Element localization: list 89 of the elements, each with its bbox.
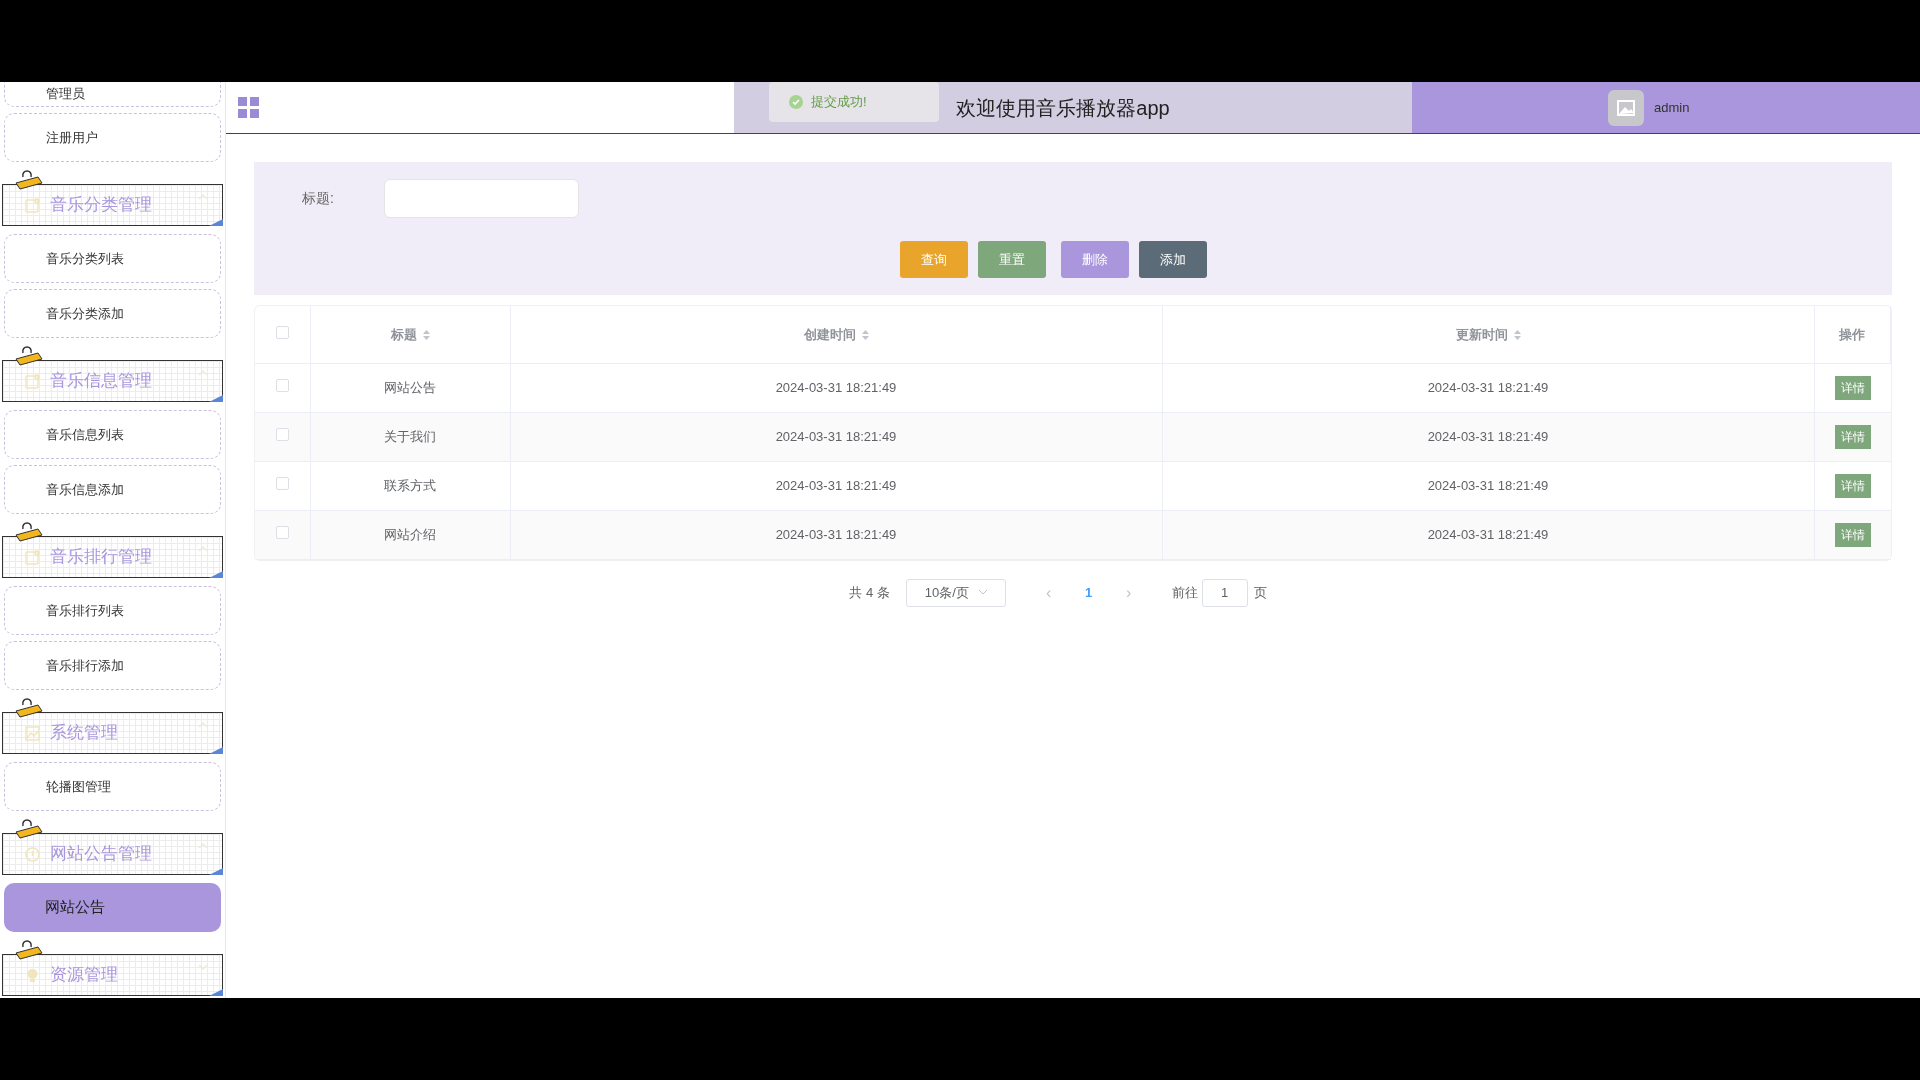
avatar-image-icon[interactable]	[1608, 89, 1644, 126]
page-suffix: 页	[1253, 583, 1267, 602]
column-header: 更新时间	[1455, 326, 1508, 342]
check-icon	[789, 95, 803, 109]
table-cell: 关于我们	[384, 428, 436, 444]
folded-corner-icon	[209, 989, 223, 996]
folded-corner-icon	[209, 571, 223, 578]
sidebar-item[interactable]: 音乐排行列表	[4, 586, 221, 635]
binder-clip-icon	[14, 167, 44, 191]
table-cell: 2024-03-31 18:21:49	[1427, 428, 1549, 444]
sidebar-item[interactable]: 音乐分类添加	[4, 289, 221, 338]
action-button[interactable]: 查询	[899, 241, 968, 278]
grid-icon[interactable]	[238, 96, 260, 119]
select-all-checkbox[interactable]	[275, 325, 289, 339]
action-button[interactable]: 删除	[1060, 241, 1129, 278]
table-cell: 2024-03-31 18:21:49	[1427, 477, 1549, 493]
sidebar-item[interactable]: 音乐排行添加	[4, 641, 221, 690]
row-checkbox[interactable]	[275, 378, 289, 392]
sort-icon[interactable]	[1513, 330, 1521, 341]
table-cell: 联系方式	[384, 477, 436, 493]
table-cell: 2024-03-31 18:21:49	[775, 477, 897, 493]
title-input[interactable]	[383, 179, 579, 218]
group-icon	[25, 967, 40, 983]
goto-page-input[interactable]: 1	[1201, 578, 1248, 607]
sidebar-group-header[interactable]: 网站公告管理	[2, 833, 223, 875]
sidebar-item[interactable]: 注册用户	[4, 113, 221, 162]
group-icon	[25, 549, 40, 565]
binder-clip-icon	[14, 343, 44, 367]
chevron-icon	[198, 963, 208, 971]
binder-clip-icon	[14, 816, 44, 840]
table-cell: 网站公告	[384, 379, 436, 395]
group-icon	[25, 725, 40, 741]
next-page-button[interactable]: ›	[1113, 580, 1144, 605]
chevron-icon	[198, 369, 208, 377]
column-header: 创建时间	[803, 326, 856, 342]
table-cell: 网站介绍	[384, 526, 436, 542]
page-size-select[interactable]: 10条/页	[905, 578, 1006, 607]
details-button[interactable]: 详情	[1834, 424, 1871, 449]
sidebar-group-header[interactable]: 音乐分类管理	[2, 184, 223, 226]
sidebar-group-header[interactable]: 资源管理	[2, 954, 223, 996]
row-checkbox[interactable]	[275, 525, 289, 539]
row-checkbox[interactable]	[275, 427, 289, 441]
sidebar-item[interactable]: 轮播图管理	[4, 762, 221, 811]
chevron-icon	[198, 721, 208, 729]
table-cell: 2024-03-31 18:21:49	[775, 428, 897, 444]
folded-corner-icon	[209, 868, 223, 875]
sort-icon[interactable]	[861, 330, 869, 341]
column-header: 标题	[390, 326, 417, 342]
sidebar-item[interactable]: 音乐分类列表	[4, 234, 221, 283]
total-count: 共 4 条	[849, 583, 890, 602]
sidebar-group-header[interactable]: 音乐信息管理	[2, 360, 223, 402]
header-title: 欢迎使用音乐播放器app	[956, 95, 1170, 121]
binder-clip-icon	[14, 937, 44, 961]
toast-message: 提交成功!	[811, 93, 867, 112]
row-checkbox[interactable]	[275, 476, 289, 490]
action-button[interactable]: 重置	[977, 241, 1046, 278]
sidebar-group-header[interactable]: 系统管理	[2, 712, 223, 754]
chevron-icon	[198, 842, 208, 850]
binder-clip-icon	[14, 695, 44, 719]
prev-page-button[interactable]: ‹	[1033, 580, 1064, 605]
column-header: 操作	[1839, 326, 1866, 342]
sidebar-item[interactable]: 音乐信息列表	[4, 410, 221, 459]
table-cell: 2024-03-31 18:21:49	[1427, 379, 1549, 395]
folded-corner-icon	[209, 219, 223, 226]
folded-corner-icon	[209, 747, 223, 754]
chevron-icon	[198, 545, 208, 553]
sidebar-item[interactable]: 音乐信息添加	[4, 465, 221, 514]
details-button[interactable]: 详情	[1834, 375, 1871, 400]
page-number[interactable]: 1	[1073, 582, 1104, 603]
table-cell: 2024-03-31 18:21:49	[1427, 526, 1549, 542]
action-button[interactable]: 添加	[1138, 241, 1207, 278]
dropdown-caret-icon	[978, 590, 987, 595]
title-label: 标题:	[302, 189, 334, 208]
group-icon	[25, 197, 40, 213]
username[interactable]: admin	[1654, 97, 1690, 118]
group-icon	[25, 846, 40, 862]
sidebar-item[interactable]: 管理员	[4, 82, 221, 107]
group-icon	[25, 373, 40, 389]
table-cell: 2024-03-31 18:21:49	[775, 526, 897, 542]
folded-corner-icon	[209, 395, 223, 402]
sidebar-group-header[interactable]: 音乐排行管理	[2, 536, 223, 578]
details-button[interactable]: 详情	[1834, 522, 1871, 547]
details-button[interactable]: 详情	[1834, 473, 1871, 498]
binder-clip-icon	[14, 519, 44, 543]
chevron-icon	[198, 193, 208, 201]
goto-label: 前往	[1171, 583, 1198, 602]
sidebar-item[interactable]: 网站公告	[4, 883, 221, 932]
sort-icon[interactable]	[422, 330, 430, 341]
table-cell: 2024-03-31 18:21:49	[775, 379, 897, 395]
